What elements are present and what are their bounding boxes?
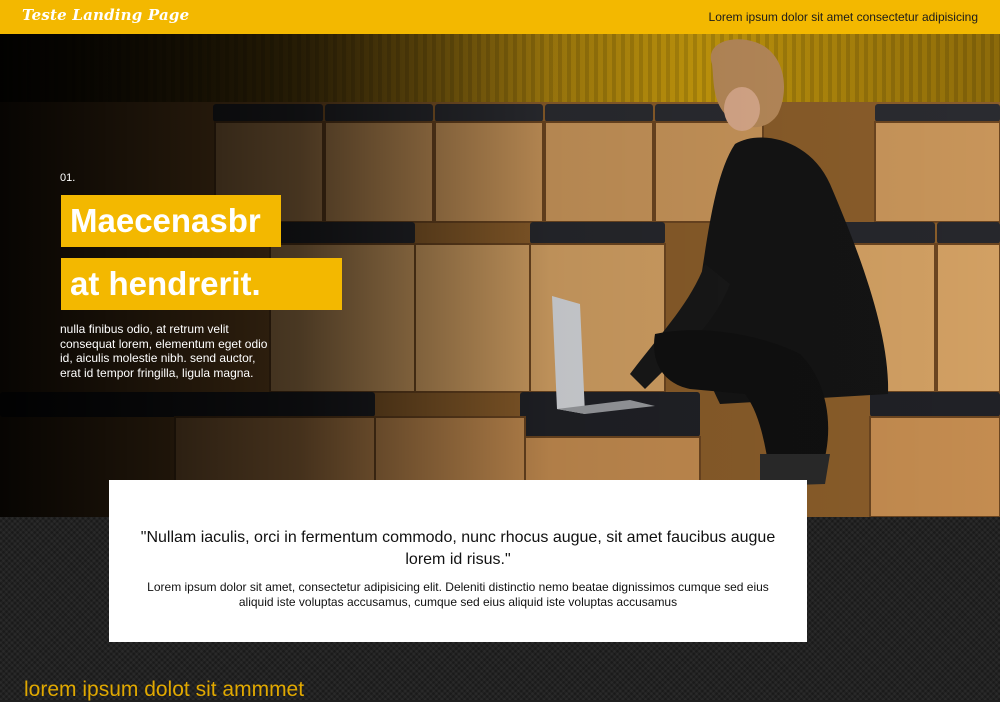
hero-headline-line2: at hendrerit.: [61, 258, 342, 310]
testimonial-text: Lorem ipsum dolor sit amet, consectetur …: [147, 580, 769, 609]
hero-section: 01. Maecenasbr at hendrerit. nulla finib…: [0, 34, 1000, 517]
hero-headline-line1: Maecenasbr: [61, 195, 281, 247]
section-heading: lorem ipsum dolot sit ammmet: [24, 678, 305, 701]
hero-number: 01.: [60, 172, 76, 184]
hero-description: nulla finibus odio, at retrum velit cons…: [60, 322, 268, 380]
testimonial-card: "Nullam iaculis, orci in fermentum commo…: [109, 480, 807, 642]
navbar-tagline: Lorem ipsum dolor sit amet consectetur a…: [708, 10, 978, 24]
top-navbar: Teste Landing Page Lorem ipsum dolor sit…: [0, 0, 1000, 34]
testimonial-quote: "Nullam iaculis, orci in fermentum commo…: [140, 529, 776, 568]
brand-logo[interactable]: Teste Landing Page: [22, 6, 189, 24]
